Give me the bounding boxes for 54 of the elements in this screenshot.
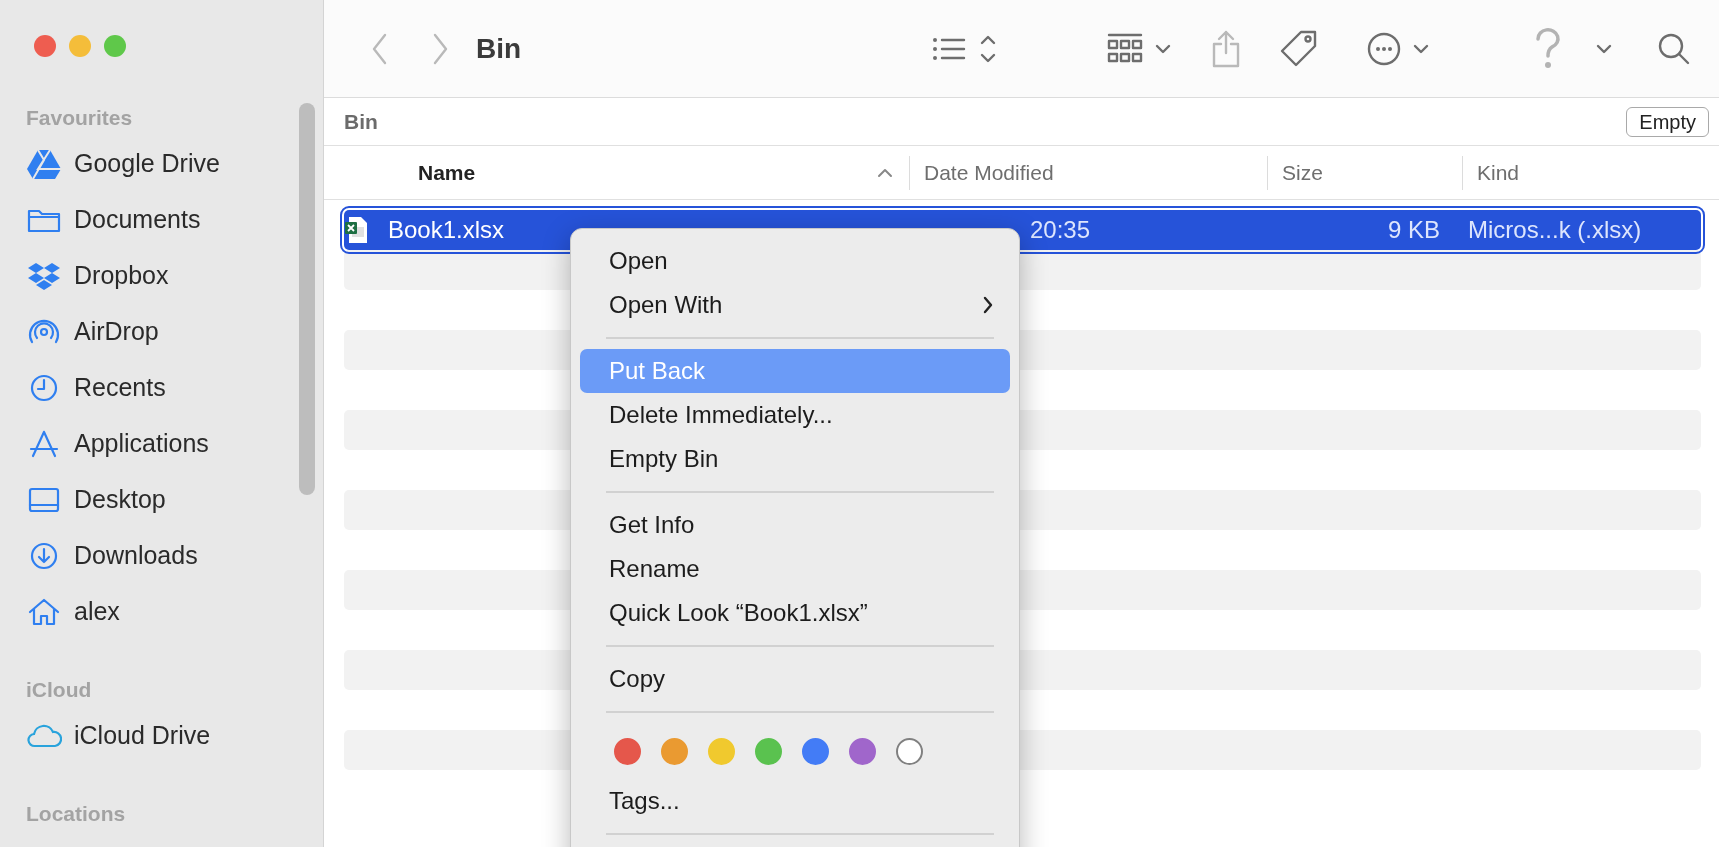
- column-header[interactable]: Date Modified: [909, 155, 1267, 190]
- file-kind: Micros...k (.xlsx): [1467, 215, 1642, 245]
- sidebar-item[interactable]: Recents: [0, 360, 323, 416]
- sidebar-item[interactable]: Desktop: [0, 472, 323, 528]
- scrollbar[interactable]: [299, 103, 315, 495]
- dropbox-icon: [26, 260, 62, 292]
- empty-button[interactable]: Empty: [1626, 106, 1709, 137]
- column-header[interactable]: Kind: [1462, 155, 1694, 190]
- minimize-window-button[interactable]: [69, 35, 91, 57]
- column-header[interactable]: Size: [1267, 155, 1462, 190]
- menu-item[interactable]: Empty Bin: [580, 437, 1010, 481]
- menu-item[interactable]: Open With: [580, 283, 1010, 327]
- home-icon: [26, 596, 62, 628]
- chevron-down-icon[interactable]: [1595, 42, 1613, 55]
- menu-item[interactable]: Quick Look “Book1.xlsx”: [580, 591, 1010, 635]
- chevron-right-icon: [982, 295, 994, 315]
- file-name: Book1.xlsx: [387, 215, 506, 245]
- file-size: 9 KB: [1386, 215, 1441, 245]
- tag-color-dot[interactable]: [614, 737, 641, 765]
- sidebar-item[interactable]: AirDrop: [0, 304, 323, 360]
- tag-color-dot[interactable]: [802, 737, 829, 765]
- sidebar-section-title: Favourites: [25, 105, 134, 131]
- location-label: Bin: [344, 108, 378, 135]
- tag-color-dot[interactable]: [708, 737, 735, 765]
- menu-item[interactable]: Tags...: [580, 779, 1010, 823]
- date-modified: 20:35: [1030, 215, 1092, 245]
- zoom-window-button[interactable]: [104, 35, 126, 57]
- sidebar-item[interactable]: Documents: [0, 192, 323, 248]
- tag-icon[interactable]: [1279, 28, 1319, 69]
- spreadsheet-icon: [344, 216, 368, 244]
- sidebar-item[interactable]: Google Drive: [0, 136, 323, 192]
- drive-icon: [26, 148, 62, 180]
- sidebar-item[interactable]: Applications: [0, 416, 323, 472]
- sidebar-section-title: iCloud: [25, 677, 93, 703]
- tag-color-dot[interactable]: [849, 737, 876, 765]
- menu-item[interactable]: Delete Immediately...: [580, 393, 1010, 437]
- sidebar-item[interactable]: Dropbox: [0, 248, 323, 304]
- menu-item[interactable]: Copy: [580, 657, 1010, 701]
- tag-color-dot[interactable]: [896, 737, 923, 765]
- column-header[interactable]: Name: [324, 155, 909, 190]
- sidebar-item[interactable]: Downloads: [0, 528, 323, 584]
- share-icon[interactable]: [1211, 28, 1241, 69]
- sidebar-section-title: Locations: [25, 801, 127, 827]
- tag-color-dot[interactable]: [755, 737, 782, 765]
- menu-item[interactable]: Rename: [580, 547, 1010, 591]
- tag-color-dot[interactable]: [661, 737, 688, 765]
- sort-ascending-icon: [877, 167, 893, 178]
- close-window-button[interactable]: [34, 35, 56, 57]
- sidebar-item[interactable]: alex: [0, 584, 323, 640]
- menu-item[interactable]: Get Info: [580, 503, 1010, 547]
- search-icon[interactable]: [1657, 31, 1691, 66]
- help-icon[interactable]: [1533, 26, 1563, 71]
- sidebar-item[interactable]: iCloud Drive: [0, 708, 323, 764]
- window-title: Bin: [476, 31, 522, 66]
